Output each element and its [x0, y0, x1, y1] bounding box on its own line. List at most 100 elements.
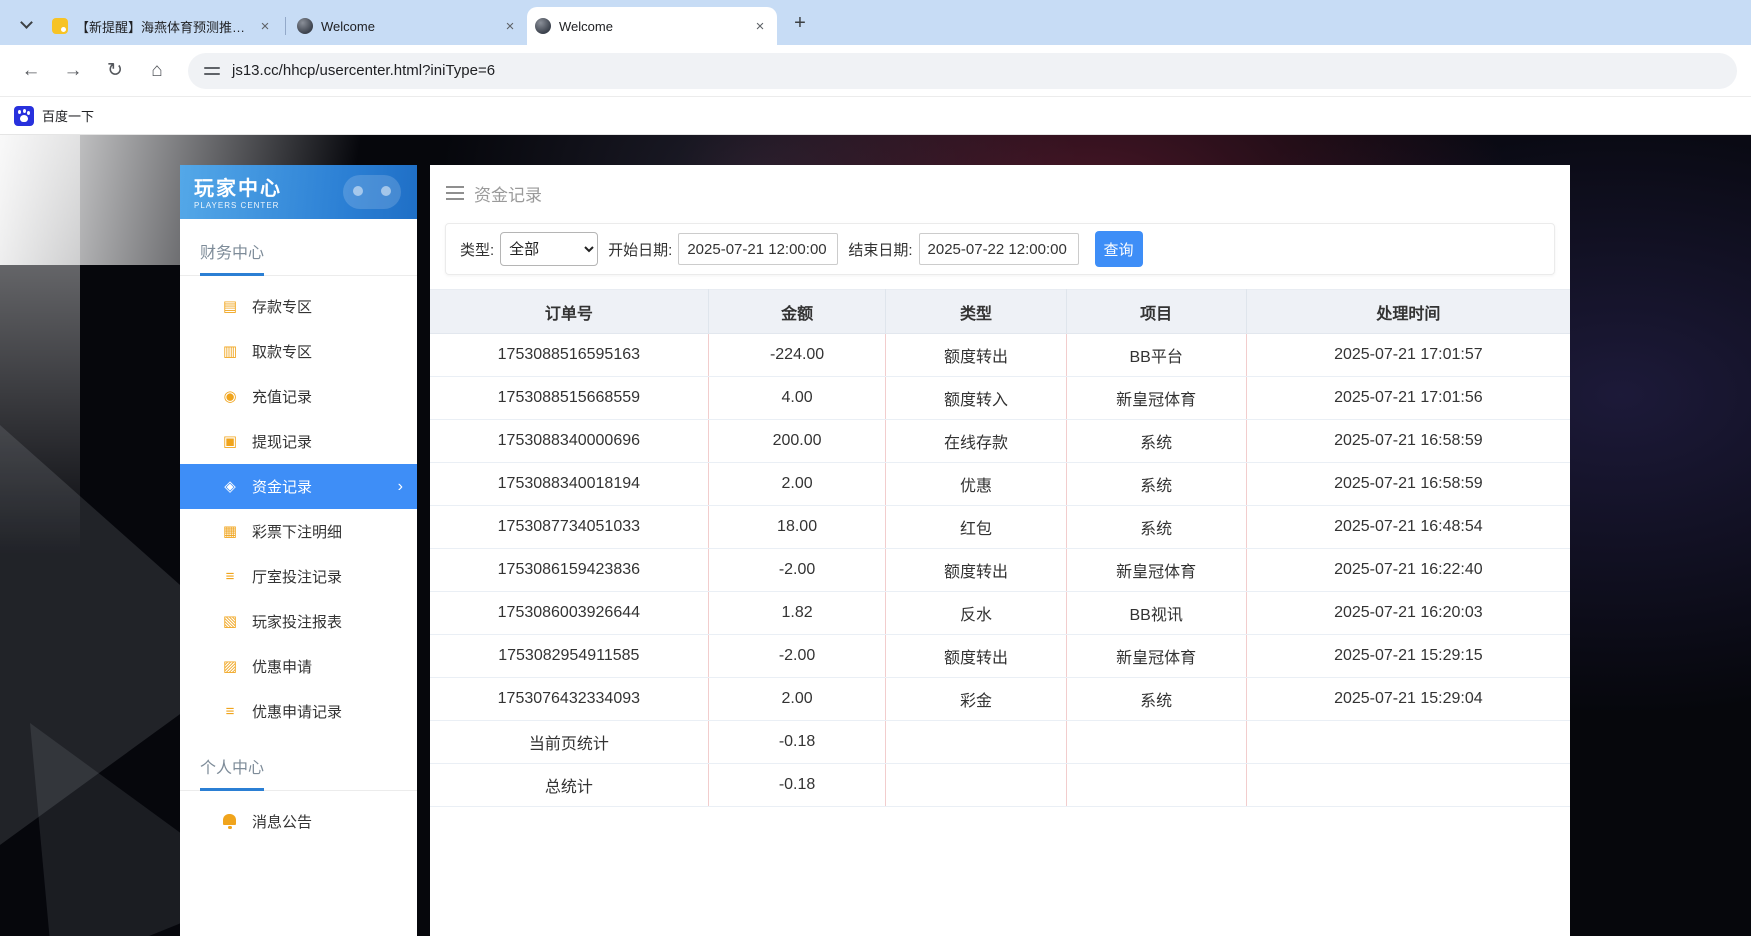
- column-header: 金额: [708, 290, 886, 334]
- cell: 额度转出: [886, 549, 1066, 592]
- cell: 新皇冠体育: [1066, 377, 1246, 420]
- funds-icon: ◈: [220, 478, 240, 496]
- refresh-icon: ↻: [107, 59, 123, 82]
- cell: 1753082954911585: [430, 635, 708, 678]
- browser-tab[interactable]: 【新提醒】海燕体育预测推荐区×: [44, 7, 282, 45]
- table-row: 17530860039266441.82反水BB视讯2025-07-21 16:…: [430, 592, 1570, 635]
- start-date-label: 开始日期:: [608, 239, 672, 260]
- globe-favicon-icon: [297, 18, 313, 34]
- tab-title: Welcome: [559, 19, 743, 34]
- header-row: 订单号金额类型项目处理时间: [430, 290, 1570, 334]
- cell: 总统计: [430, 764, 708, 807]
- sidebar-item-label: 玩家投注报表: [252, 611, 342, 632]
- cell: -224.00: [708, 334, 886, 377]
- sidebar-item-funds[interactable]: ◈资金记录›: [180, 464, 417, 509]
- funds-table-body: 1753088516595163-224.00额度转出BB平台2025-07-2…: [430, 334, 1570, 807]
- sidebar-item-player-report[interactable]: ▧玩家投注报表: [180, 599, 417, 644]
- tab-divider: [285, 17, 286, 35]
- cell: 系统: [1066, 420, 1246, 463]
- sidebar-item-bell[interactable]: 消息公告: [180, 799, 417, 844]
- chevron-right-icon: ›: [398, 478, 403, 496]
- close-icon[interactable]: ×: [501, 18, 519, 35]
- yellow-chat-favicon-icon: [52, 18, 68, 34]
- cell: 1753088340000696: [430, 420, 708, 463]
- cell: 1753088515668559: [430, 377, 708, 420]
- tab-search-button[interactable]: [8, 7, 44, 41]
- sidebar-item-label: 彩票下注明细: [252, 521, 342, 542]
- sidebar-item-recharge[interactable]: ◉充值记录: [180, 374, 417, 419]
- cell: 新皇冠体育: [1066, 549, 1246, 592]
- gamepad-icon: [343, 175, 401, 209]
- summary-row: 总统计-0.18: [430, 764, 1570, 807]
- sidebar-item-deposit[interactable]: ▤ 存款专区: [180, 284, 417, 329]
- start-date-input[interactable]: [678, 233, 838, 265]
- url-text: js13.cc/hhcp/usercenter.html?iniType=6: [232, 62, 495, 79]
- browser-tab[interactable]: Welcome ×: [527, 7, 777, 45]
- menu-icon[interactable]: [446, 186, 464, 200]
- sidebar-section-label: 个人中心: [180, 734, 417, 791]
- cell: 在线存款: [886, 420, 1066, 463]
- sidebar-item-promo-apply[interactable]: ▨优惠申请: [180, 644, 417, 689]
- globe-favicon-icon: [535, 18, 551, 34]
- close-icon[interactable]: ×: [751, 18, 769, 35]
- sidebar-item-label: 充值记录: [252, 386, 312, 407]
- cell: 1753087734051033: [430, 506, 708, 549]
- summary-row: 当前页统计-0.18: [430, 721, 1570, 764]
- refresh-button[interactable]: ↻: [98, 54, 132, 88]
- cell: 2025-07-21 16:20:03: [1246, 592, 1570, 635]
- lottery-detail-icon: ▦: [220, 523, 240, 541]
- sidebar-item-label: 存款专区: [252, 296, 312, 317]
- sidebar-item-withdraw-record[interactable]: ▣ 提现记录: [180, 419, 417, 464]
- forward-button[interactable]: →: [56, 54, 90, 88]
- cell: [886, 764, 1066, 807]
- cell: 2025-07-21 17:01:56: [1246, 377, 1570, 420]
- sidebar-item-label: 优惠申请记录: [252, 701, 342, 722]
- cell: 2025-07-21 15:29:04: [1246, 678, 1570, 721]
- baidu-icon: [14, 106, 34, 126]
- forward-icon: →: [64, 60, 83, 82]
- cell: 2025-07-21 16:22:40: [1246, 549, 1570, 592]
- cell: -2.00: [708, 549, 886, 592]
- cell: 额度转入: [886, 377, 1066, 420]
- end-date-input[interactable]: [919, 233, 1079, 265]
- filter-bar: 类型: 全部 开始日期: 结束日期: 查询: [445, 223, 1555, 275]
- site-settings-icon[interactable]: [204, 64, 220, 78]
- deposit-icon: ▤: [220, 298, 240, 316]
- back-icon: ←: [22, 60, 41, 82]
- cell: 新皇冠体育: [1066, 635, 1246, 678]
- cell: -0.18: [708, 721, 886, 764]
- sidebar-item-lottery-detail[interactable]: ▦ 彩票下注明细: [180, 509, 417, 554]
- cell: 反水: [886, 592, 1066, 635]
- cell: 1753076432334093: [430, 678, 708, 721]
- table-row: 17530764323340932.00彩金系统2025-07-21 15:29…: [430, 678, 1570, 721]
- sidebar-item-label: 厅室投注记录: [252, 566, 342, 587]
- search-button[interactable]: 查询: [1095, 231, 1143, 267]
- promo-apply-icon: ▨: [220, 658, 240, 676]
- bookmarks-bar: 百度一下: [0, 97, 1751, 135]
- column-header: 类型: [886, 290, 1066, 334]
- sidebar-item-withdraw-zone[interactable]: ▥取款专区: [180, 329, 417, 374]
- back-button[interactable]: ←: [14, 54, 48, 88]
- new-tab-button[interactable]: +: [785, 8, 815, 38]
- type-select[interactable]: 全部: [500, 232, 598, 266]
- address-bar[interactable]: js13.cc/hhcp/usercenter.html?iniType=6: [188, 53, 1737, 89]
- cell: 系统: [1066, 506, 1246, 549]
- funds-table: 订单号金额类型项目处理时间 1753088516595163-224.00额度转…: [430, 289, 1570, 807]
- sidebar-item-promo-record[interactable]: ≡优惠申请记录: [180, 689, 417, 734]
- browser-tab[interactable]: Welcome×: [289, 7, 527, 45]
- cell: 2.00: [708, 678, 886, 721]
- sidebar-sections: 财务中心 ▤ 存款专区 ▥取款专区◉充值记录 ▣ 提现记录 ◈资金记录› ▦ 彩票下注明细 ≡厅室…: [180, 219, 417, 844]
- sidebar-item-label: 提现记录: [252, 431, 312, 452]
- withdraw-record-icon: ▣: [220, 433, 240, 451]
- cell: 1753086159423836: [430, 549, 708, 592]
- home-button[interactable]: ⌂: [140, 54, 174, 88]
- sidebar-item-label: 消息公告: [252, 811, 312, 832]
- funds-table-head: 订单号金额类型项目处理时间: [430, 290, 1570, 334]
- withdraw-zone-icon: ▥: [220, 343, 240, 361]
- bookmark-baidu[interactable]: 百度一下: [14, 106, 94, 126]
- sidebar-item-hall-bets[interactable]: ≡厅室投注记录: [180, 554, 417, 599]
- close-icon[interactable]: ×: [256, 18, 274, 35]
- sidebar-section-label: 财务中心: [180, 219, 417, 276]
- cell: BB平台: [1066, 334, 1246, 377]
- table-row: 1753088340000696200.00在线存款系统2025-07-21 1…: [430, 420, 1570, 463]
